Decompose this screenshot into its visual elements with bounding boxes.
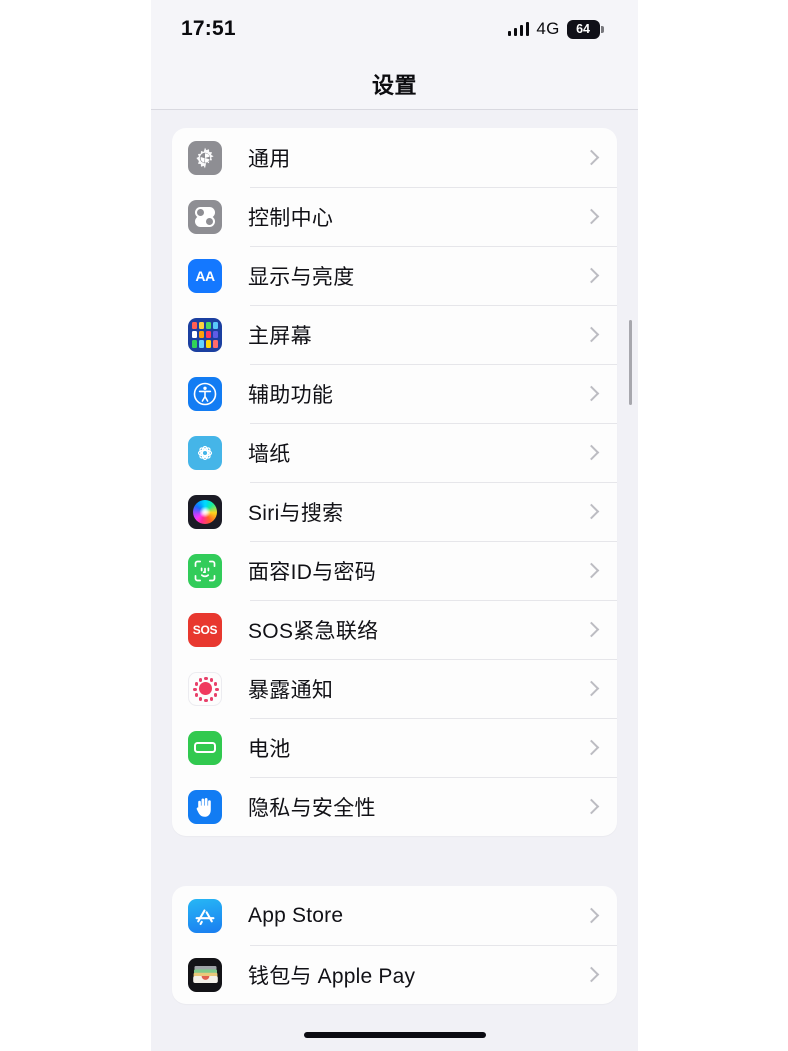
settings-row[interactable]: 隐私与安全性 — [172, 777, 617, 836]
settings-row-label: 钱包与 Apple Pay — [248, 964, 416, 988]
wallet-icon — [188, 957, 222, 992]
settings-row[interactable]: 墙纸 — [172, 423, 617, 482]
network-type-label: 4G — [536, 19, 560, 38]
settings-row-label: 墙纸 — [248, 442, 291, 466]
settings-row-label: Siri与搜索 — [248, 501, 344, 525]
settings-row-label: 通用 — [248, 147, 291, 171]
chevron-right-icon — [583, 444, 600, 461]
home-indicator — [303, 1032, 486, 1038]
settings-row[interactable]: SOS SOS紧急联络 — [172, 600, 617, 659]
phone-screen: 17:51 4G 64 设置 通用控制中心 AA 显示与亮度主屏幕辅助功能墙纸 Sir… — [151, 0, 638, 1051]
chevron-right-icon — [583, 680, 600, 697]
navigation-bar: 设置 — [151, 58, 638, 110]
settings-row[interactable]: 通用 — [172, 128, 617, 187]
settings-row-label: App Store — [248, 903, 344, 927]
chevron-right-icon — [583, 798, 600, 815]
chevron-right-icon — [583, 907, 600, 924]
status-bar-indicators: 4G 64 — [507, 19, 604, 39]
settings-row-label: 隐私与安全性 — [248, 796, 376, 820]
settings-row-label: SOS紧急联络 — [248, 619, 379, 643]
battery-icon: 64 — [566, 19, 600, 39]
settings-group-system: 通用 控制中心 AA 显示与亮度 主屏幕 辅助功能 墙纸 Siri与搜索 面容ID与密码 SOS S… — [172, 128, 617, 836]
status-bar-time: 17:51 — [181, 17, 236, 40]
chevron-right-icon — [583, 562, 600, 579]
settings-row[interactable]: 暴露通知 — [172, 659, 617, 718]
home-screen-icon — [188, 317, 222, 352]
chevron-right-icon — [583, 739, 600, 756]
exposure-notification-icon — [188, 671, 222, 706]
settings-row[interactable]: 主屏幕 — [172, 305, 617, 364]
settings-group-services: App Store 钱包与 Apple Pay — [172, 886, 617, 1004]
battery-indicator: 64 — [566, 19, 604, 39]
settings-row[interactable]: 辅助功能 — [172, 364, 617, 423]
siri-icon — [188, 494, 222, 529]
chevron-right-icon — [583, 326, 600, 343]
chevron-right-icon — [583, 267, 600, 284]
settings-row[interactable]: 控制中心 — [172, 187, 617, 246]
chevron-right-icon — [583, 385, 600, 402]
accessibility-icon — [188, 376, 222, 411]
settings-row-label: 暴露通知 — [248, 678, 334, 702]
chevron-right-icon — [583, 621, 600, 638]
battery-level-label: 64 — [576, 21, 590, 36]
page-title: 设置 — [371, 73, 417, 98]
face-id-icon — [188, 553, 222, 588]
settings-row-label: 显示与亮度 — [248, 265, 355, 289]
gear-icon — [188, 140, 222, 175]
settings-row-label: 主屏幕 — [248, 324, 312, 348]
settings-row[interactable]: 钱包与 Apple Pay — [172, 945, 617, 1004]
wallpaper-icon — [188, 435, 222, 470]
signal-bars-icon — [507, 22, 530, 36]
settings-row[interactable]: Siri与搜索 — [172, 482, 617, 541]
settings-row-label: 电池 — [248, 737, 291, 761]
sos-icon: SOS — [188, 612, 222, 647]
settings-row[interactable]: 面容ID与密码 — [172, 541, 617, 600]
display-aa-icon: AA — [188, 258, 222, 293]
screenshot-root: 17:51 4G 64 设置 通用控制中心 AA 显示与亮度主屏幕辅助功能墙纸 Sir… — [0, 0, 788, 1051]
control-center-icon — [188, 199, 222, 234]
settings-row[interactable]: AA 显示与亮度 — [172, 246, 617, 305]
settings-row-label: 控制中心 — [248, 206, 334, 230]
settings-row-label: 面容ID与密码 — [248, 560, 377, 584]
status-bar: 17:51 4G 64 — [151, 0, 638, 58]
battery-icon — [188, 730, 222, 765]
battery-cap-icon — [601, 25, 604, 33]
chevron-right-icon — [583, 966, 600, 983]
settings-scroll-area[interactable]: 通用 控制中心 AA 显示与亮度 主屏幕 辅助功能 墙纸 Siri与搜索 面容ID与密码 SOS S… — [151, 128, 638, 1051]
chevron-right-icon — [583, 208, 600, 225]
chevron-right-icon — [583, 503, 600, 520]
settings-row[interactable]: App Store — [172, 886, 617, 945]
privacy-hand-icon — [188, 789, 222, 824]
settings-row[interactable]: 电池 — [172, 718, 617, 777]
chevron-right-icon — [583, 149, 600, 166]
app-store-icon — [188, 898, 222, 933]
scrollbar-thumb[interactable] — [628, 320, 632, 405]
settings-row-label: 辅助功能 — [248, 383, 334, 407]
